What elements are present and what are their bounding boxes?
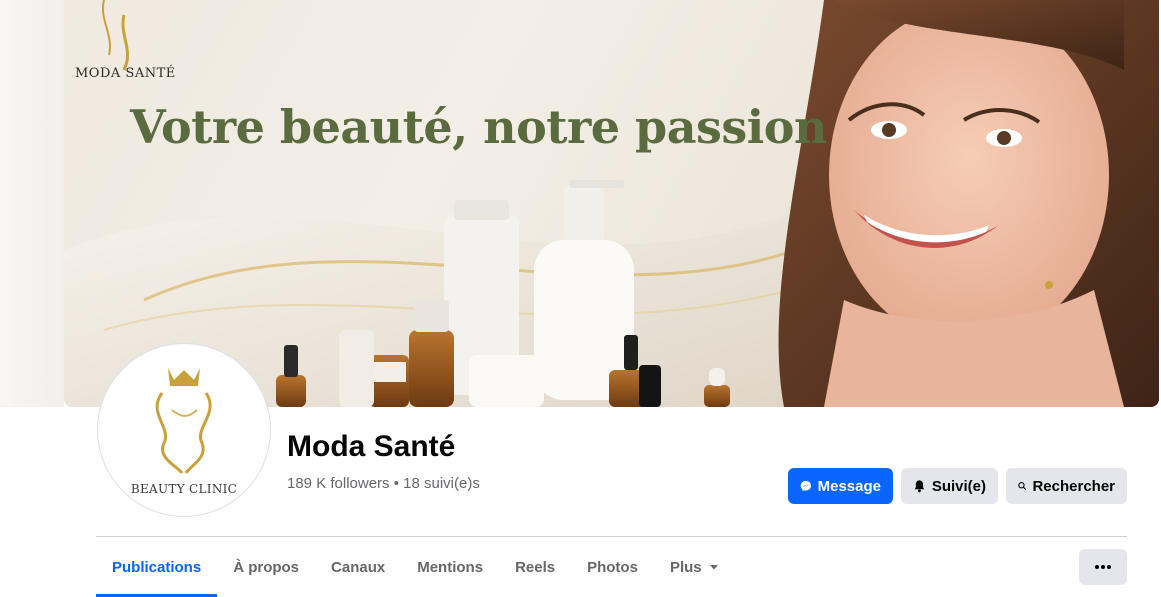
- avatar-caption: BEAUTY CLINIC: [130, 482, 238, 496]
- messenger-icon: [800, 480, 811, 492]
- page-background-left: [0, 0, 64, 407]
- caret-down-icon: [709, 565, 718, 570]
- tab-mentions[interactable]: Mentions: [401, 537, 499, 597]
- profile-picture[interactable]: BEAUTY CLINIC: [98, 344, 270, 516]
- search-button-label: Rechercher: [1032, 477, 1115, 495]
- cover-photo[interactable]: MODA SANTÉ Votre beauté, notre passion: [64, 0, 1159, 407]
- search-icon: [1018, 482, 1027, 491]
- tab-channels[interactable]: Canaux: [315, 537, 401, 597]
- follow-button-label: Suivi(e): [931, 477, 986, 495]
- message-button[interactable]: Message: [788, 468, 893, 504]
- tab-publications[interactable]: Publications: [96, 537, 218, 597]
- page-title: Moda Santé: [287, 430, 456, 463]
- crown-icon: [168, 368, 200, 386]
- cover-brand-text: MODA SANTÉ: [75, 66, 176, 81]
- follow-button[interactable]: Suivi(e): [901, 468, 998, 504]
- message-button-label: Message: [817, 477, 881, 495]
- tab-reels[interactable]: Reels: [499, 537, 571, 597]
- bell-icon: [914, 480, 925, 493]
- cover-artwork: [64, 0, 1159, 407]
- cover-tagline: Votre beauté, notre passion: [130, 100, 827, 154]
- more-dots-icon: [1095, 565, 1111, 569]
- profile-tabs: Publications À propos Canaux Mentions Re…: [96, 537, 736, 597]
- search-button[interactable]: Rechercher: [1006, 468, 1127, 504]
- page-stats[interactable]: 189 K followers • 18 suivi(e)s: [287, 475, 480, 492]
- tab-about[interactable]: À propos: [217, 537, 315, 597]
- more-options-button[interactable]: [1079, 549, 1127, 585]
- tab-photos[interactable]: Photos: [571, 537, 654, 597]
- tab-more[interactable]: Plus: [654, 537, 736, 597]
